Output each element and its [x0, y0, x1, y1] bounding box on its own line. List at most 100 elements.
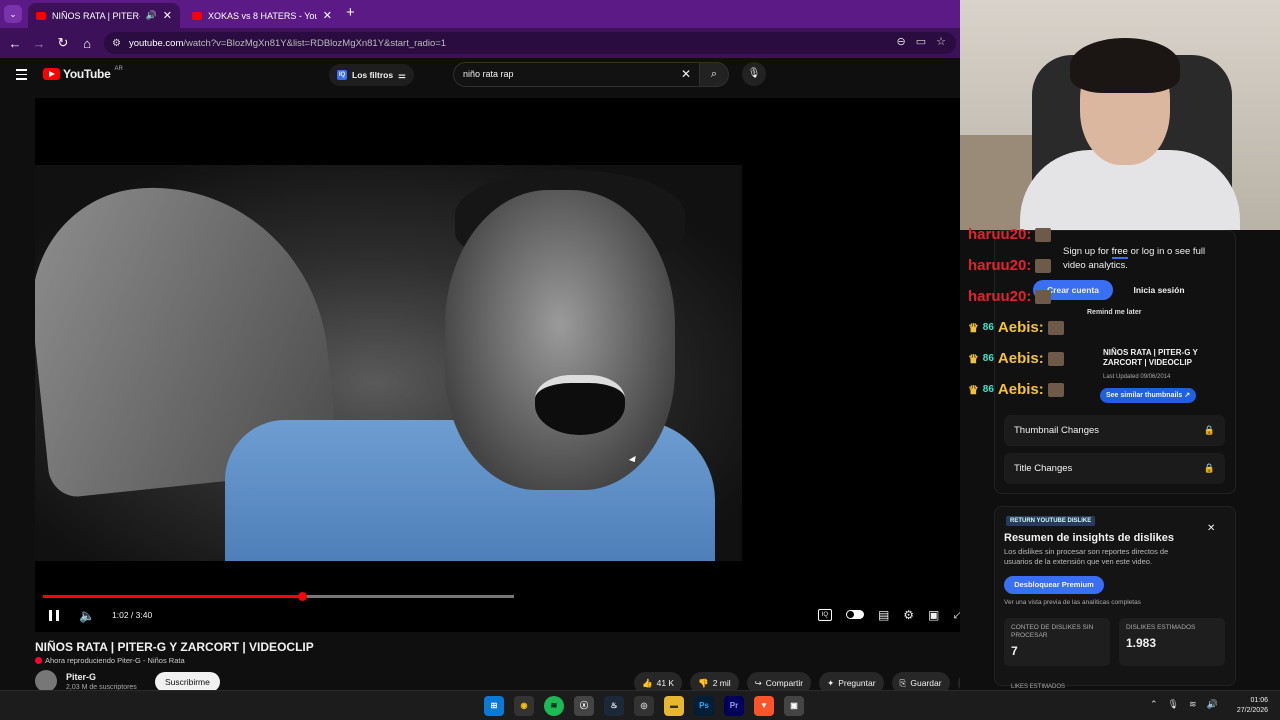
chat-username: haruu20: — [968, 288, 1032, 305]
estimated-dislikes-label: DISLIKES ESTIMADOS — [1126, 624, 1196, 631]
raw-dislikes-label: CONTEO DE DISLIKES SIN PROCESAR — [1011, 624, 1094, 639]
address-bar[interactable]: ⚙ youtube.com/watch?v=BlozMgXn81Y&list=R… — [104, 32, 956, 54]
reload-icon[interactable]: ↻ — [51, 35, 75, 51]
clock-time: 01:06 — [1250, 697, 1268, 704]
cast-icon[interactable]: ▭ — [916, 35, 926, 48]
browser-tab-bar: ⌄ NIÑOS RATA | PITER-G Y Z/ 🔊 ✕ XOKAS vs… — [0, 0, 960, 28]
emote-icon — [1047, 382, 1064, 397]
sliders-icon: ⚌ — [398, 69, 406, 80]
subscribe-button[interactable]: Suscribirme — [155, 672, 220, 692]
crown-badge-icon: ♛ — [968, 351, 979, 366]
user-badge: 86 — [982, 322, 994, 333]
chat-message: haruu20: — [968, 288, 1052, 305]
speaker-icon[interactable]: 🔊 — [1207, 699, 1218, 710]
filters-button[interactable]: IQ Los filtros ⚌ — [329, 64, 414, 86]
pause-icon[interactable] — [49, 610, 59, 621]
tab-title: XOKAS vs 8 HATERS - YouTube — [208, 10, 317, 21]
back-icon[interactable]: ← — [3, 36, 27, 51]
tab-title: NIÑOS RATA | PITER-G Y Z/ — [52, 10, 140, 21]
progress-bar[interactable] — [43, 592, 514, 601]
logo-text: YouTube — [63, 67, 111, 81]
browser-toolbar: ← → ↻ ⌂ ⚙ youtube.com/watch?v=BlozMgXn81… — [0, 28, 960, 58]
player-controls: 🔈 1:02 / 3:40 IQ ▤ ⚙ ▣ ⤢ — [35, 605, 975, 627]
thumbnail-changes-row[interactable]: Thumbnail Changes 🔒 — [1004, 415, 1225, 446]
url-path: /watch?v=BlozMgXn81Y&list=RDBlozMgXn81Y&… — [183, 37, 447, 49]
tray-chevron-icon[interactable]: ⌃ — [1150, 699, 1158, 710]
close-tab-icon[interactable]: ✕ — [163, 9, 172, 22]
settings-gear-icon[interactable]: ⚙ — [903, 608, 914, 622]
clear-search-icon[interactable]: ✕ — [681, 63, 691, 86]
close-tab-icon[interactable]: ✕ — [323, 9, 332, 22]
voice-search-icon[interactable]: 🎙 — [742, 62, 766, 86]
title-changes-row[interactable]: Title Changes 🔒 — [1004, 453, 1225, 484]
tab-search-button[interactable]: ⌄ — [4, 5, 22, 23]
youtube-logo[interactable]: YouTube AR — [43, 66, 123, 81]
windows-taskbar: ⊞ ◉ ≋ ⓧ ♨ ◎ ▬ Ps Pr ▼ ▣ ⌃ 🎙 ≋ 🔊 01:06 27… — [0, 690, 1280, 720]
menu-icon[interactable] — [16, 69, 27, 83]
unlock-premium-button[interactable]: Desbloquear Premium — [1004, 576, 1104, 594]
steam-icon[interactable]: ♨ — [604, 696, 624, 716]
channel-avatar[interactable] — [35, 670, 57, 692]
preview-analytics-link[interactable]: Ver una vista previa de las analíticas c… — [1004, 599, 1141, 606]
search-input[interactable]: niño rata rap ✕ — [453, 62, 699, 87]
volume-icon[interactable]: 🔈 — [79, 608, 95, 624]
chrome-icon[interactable]: ◉ — [514, 696, 534, 716]
start-menu-icon[interactable]: ⊞ — [484, 696, 504, 716]
emote-icon — [1047, 320, 1064, 335]
signup-text-1: Sign up for — [1063, 246, 1112, 257]
webcam-hair — [1070, 38, 1180, 93]
new-tab-button[interactable]: + — [346, 4, 355, 21]
subtitles-icon[interactable]: ▤ — [878, 608, 889, 622]
lock-icon: 🔒 — [1203, 463, 1215, 473]
signup-free: free — [1111, 246, 1128, 259]
filters-label: Los filtros — [352, 70, 394, 80]
premiere-icon[interactable]: Pr — [724, 696, 744, 716]
raw-dislikes-value: 7 — [1011, 644, 1018, 658]
site-info-icon[interactable]: ⚙ — [112, 38, 121, 49]
iq-extension-icon[interactable]: IQ — [817, 608, 832, 621]
now-playing-text: Ahora reproduciendo Piter-G - Niños Rata — [45, 656, 185, 665]
search-button[interactable]: ⌕ — [699, 62, 729, 87]
scrubber-handle[interactable] — [298, 592, 307, 601]
thumbnail-changes-label: Thumbnail Changes — [1014, 425, 1100, 436]
brave-icon[interactable]: ▼ — [754, 696, 774, 716]
mic-tray-icon[interactable]: 🎙 — [1168, 699, 1179, 710]
channel-name[interactable]: Piter-G — [66, 672, 96, 682]
audio-icon[interactable]: 🔊 — [146, 10, 157, 21]
search-icon: ⌕ — [710, 68, 718, 80]
chat-username: haruu20: — [968, 257, 1032, 274]
remind-later-link[interactable]: Remind me later — [1087, 309, 1141, 316]
file-explorer-icon[interactable]: ▬ — [664, 696, 684, 716]
login-button[interactable]: Inicia sesión — [1125, 280, 1193, 300]
wifi-icon[interactable]: ≋ — [1189, 699, 1197, 710]
bookmark-star-icon[interactable]: ☆ — [936, 35, 946, 48]
title-changes-label: Title Changes — [1014, 463, 1073, 474]
photoshop-icon[interactable]: Ps — [694, 696, 714, 716]
similar-thumbnails-button[interactable]: See similar thumbnails ↗ — [1100, 388, 1197, 403]
chat-username: haruu20: — [968, 226, 1032, 243]
crown-badge-icon: ♛ — [968, 320, 979, 335]
tab-xokas[interactable]: XOKAS vs 8 HATERS - YouTube ✕ — [184, 3, 340, 28]
home-icon[interactable]: ⌂ — [75, 36, 99, 51]
autoplay-toggle[interactable] — [845, 610, 864, 619]
signup-prompt: Sign up for free or log in o see full vi… — [1063, 245, 1213, 273]
time-display: 1:02 / 3:40 — [112, 610, 153, 620]
tab-ninos-rata[interactable]: NIÑOS RATA | PITER-G Y Z/ 🔊 ✕ — [28, 3, 180, 28]
ryd-description: Los dislikes sin procesar son reportes d… — [1004, 547, 1169, 566]
close-icon[interactable]: ✕ — [1207, 523, 1215, 534]
spotify-icon[interactable]: ≋ — [544, 696, 564, 716]
emote-icon — [1035, 258, 1052, 273]
zoom-icon[interactable]: ⊖ — [897, 35, 906, 48]
video-player[interactable]: 🔈 1:02 / 3:40 IQ ▤ ⚙ ▣ ⤢ — [35, 98, 975, 632]
system-clock[interactable]: 01:06 27/2/2026 — [1228, 696, 1268, 716]
miniplayer-icon[interactable]: ▣ — [928, 608, 939, 622]
chat-message: haruu20: — [968, 257, 1052, 274]
emote-icon — [1035, 227, 1052, 242]
webcam-overlay — [960, 0, 1280, 230]
ryd-title: Resumen de insights de dislikes — [1004, 532, 1174, 544]
user-badge: 86 — [982, 353, 994, 364]
streamer-app-icon[interactable]: ▣ — [784, 696, 804, 716]
obs-icon[interactable]: ◎ — [634, 696, 654, 716]
xbox-app-icon[interactable]: ⓧ — [574, 696, 594, 716]
forward-icon[interactable]: → — [27, 36, 51, 51]
